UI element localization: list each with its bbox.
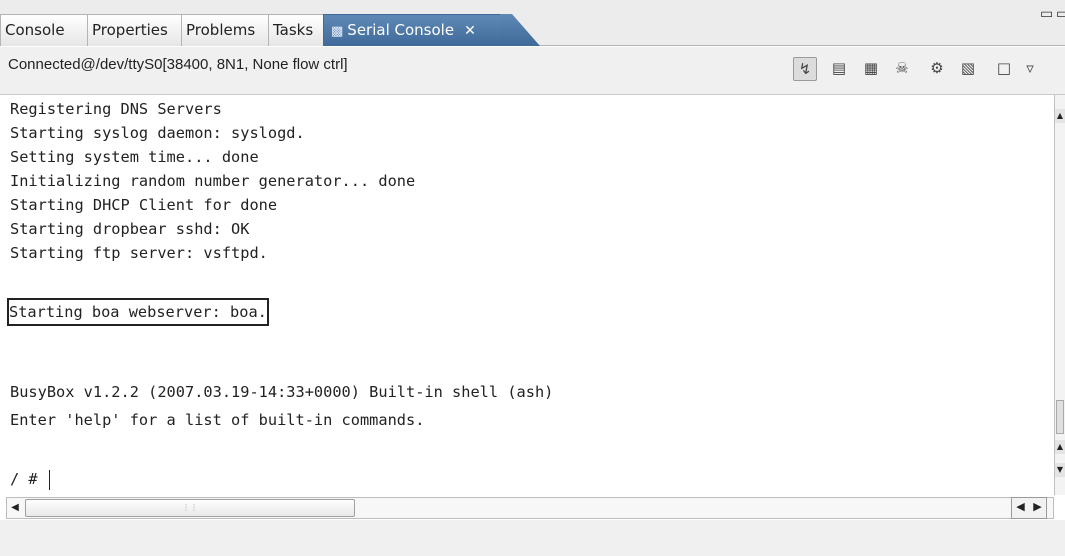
vertical-scroll-thumb[interactable] [1056,400,1064,434]
tab-console[interactable]: Console [0,14,88,46]
tab-label: Problems [186,21,256,39]
new-console-icon[interactable]: □ [992,57,1016,81]
text-cursor [48,469,50,490]
tab-label: Properties [92,21,168,39]
console-line: Registering DNS Servers [10,100,222,118]
scroll-right-icon[interactable]: ▶ [1029,500,1046,513]
console-line: Initializing random number generator... … [10,172,416,190]
tab-label: Serial Console [347,21,455,39]
tab-problems[interactable]: Problems [181,14,269,46]
connection-status: Connected@/dev/ttyS0[38400, 8N1, None fl… [8,56,348,73]
console-line: Starting DHCP Client for done [10,196,278,214]
horizontal-scroll-buttons: ◀ ▶ [1011,497,1047,519]
horizontal-scroll-thumb[interactable]: ⋮⋮ [25,499,355,517]
console-output[interactable]: Registering DNS Servers Starting syslog … [0,95,1054,495]
tab-tasks[interactable]: Tasks [268,14,324,46]
maximize-icon[interactable]: ▭ [1056,6,1065,22]
console-line: Enter 'help' for a list of built-in comm… [10,411,425,429]
scroll-left-icon[interactable]: ◀ [8,499,22,517]
bottom-panel-area [0,520,1065,556]
horizontal-scrollbar[interactable]: ◀ ⋮⋮ [6,497,1054,519]
scroll-up-icon[interactable]: ▲ [1055,109,1065,123]
minimize-icon[interactable]: ▭ [1040,6,1053,22]
console-status-bar: Connected@/dev/ttyS0[38400, 8N1, None fl… [0,47,1065,95]
shell-prompt[interactable]: / # [10,467,50,491]
tab-properties[interactable]: Properties [87,14,182,46]
console-line: Setting system time... done [10,148,259,166]
scroll-up-icon[interactable]: ▲ [1055,440,1065,454]
vertical-scrollbar[interactable]: ▲ ▲ ▼ [1054,95,1065,495]
console-line: BusyBox v1.2.2 (2007.03.19-14:33+0000) B… [10,383,554,401]
settings-icon[interactable]: ⚙ [925,57,949,81]
serial-port-icon: ▩ [331,24,344,39]
console-line: Starting ftp server: vsftpd. [10,244,268,262]
highlighted-console-line: Starting boa webserver: boa. [7,298,269,326]
scroll-left-icon[interactable]: ◀ [1012,500,1029,513]
view-menu-icon[interactable]: ▿ [1020,57,1040,81]
console-line: Starting dropbear sshd: OK [10,220,250,238]
connect-icon[interactable]: ↯ [793,57,817,81]
prompt-text: / # [10,470,47,488]
clear-console-icon[interactable]: ▤ [827,57,851,81]
tab-label: Console [5,21,65,39]
scroll-down-icon[interactable]: ▼ [1055,463,1065,477]
capture-icon[interactable]: ▧ [956,57,980,81]
console-line: Starting syslog daemon: syslogd. [10,124,305,142]
disconnect-icon[interactable]: ☠ [890,57,914,81]
view-tab-bar: Console Properties Problems Tasks ▩ Seria… [0,0,1065,46]
tab-label: Tasks [273,21,314,39]
close-icon[interactable]: ✕ [464,16,476,47]
tab-serial-console[interactable]: ▩ Serial Console ✕ [323,14,503,46]
copy-icon[interactable]: ▦ [859,57,883,81]
